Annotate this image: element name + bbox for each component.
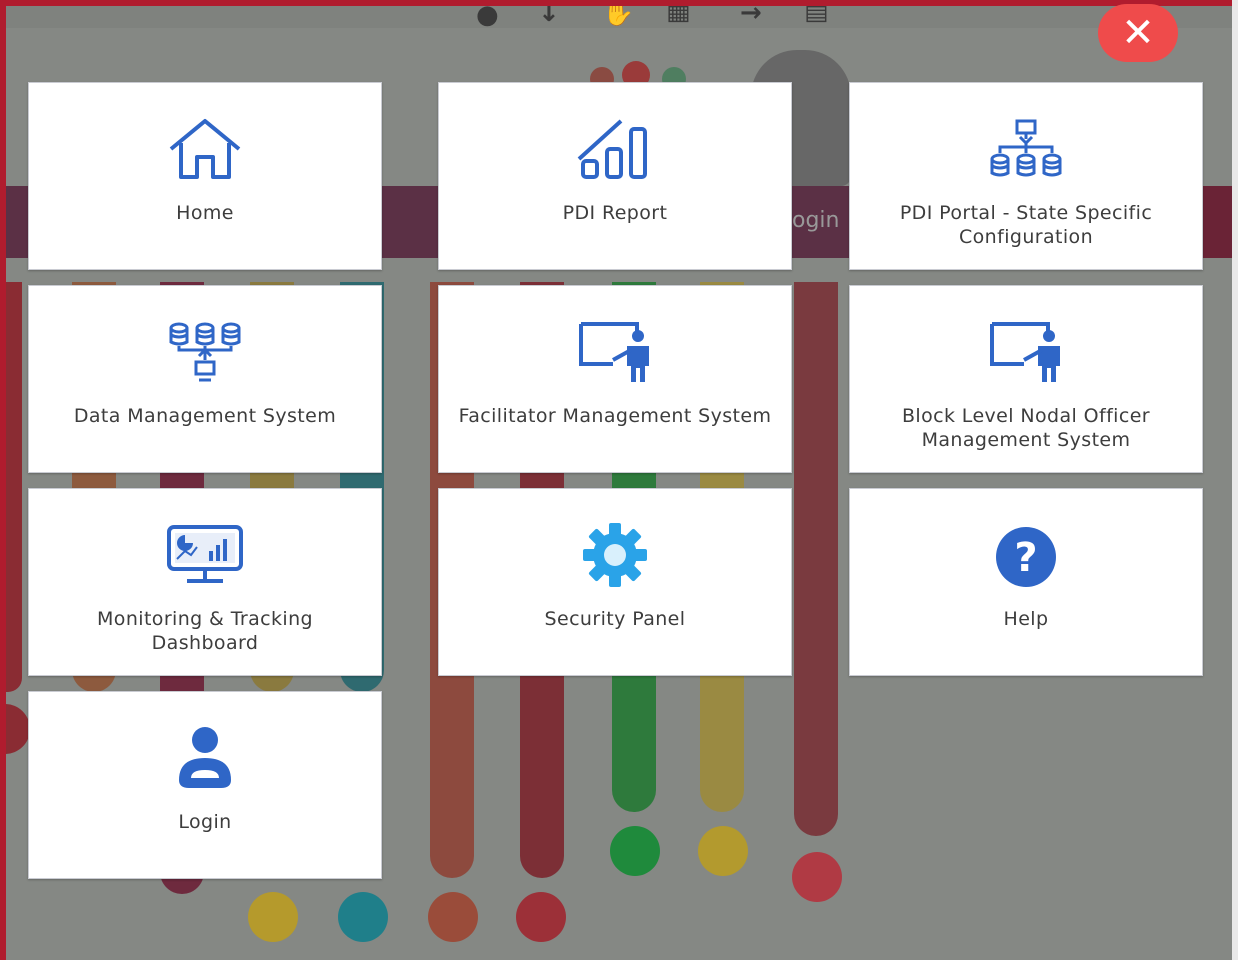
menu-tile-home[interactable]: Home xyxy=(28,82,382,270)
menu-tile-block-level-nodal-officer[interactable]: Block Level Nodal Officer Management Sys… xyxy=(849,285,1203,473)
app-frame: ● ↓ ✋ ▦ → ▤ ogin ✕ Home PDI Report PDI P… xyxy=(0,0,1238,960)
svg-text:?: ? xyxy=(1014,535,1037,581)
presenter-board-icon xyxy=(579,322,649,382)
hand-icon: ✋ xyxy=(602,6,635,28)
menu-tile-label: Block Level Nodal Officer Management Sys… xyxy=(901,405,1151,451)
gear-icon xyxy=(583,523,647,587)
decor-dot xyxy=(698,826,748,876)
menu-tile-data-management[interactable]: Data Management System xyxy=(28,285,382,473)
user-icon xyxy=(179,727,231,788)
scrollbar-track[interactable] xyxy=(1232,0,1238,960)
close-icon: ✕ xyxy=(1121,10,1155,56)
frame-border-top xyxy=(0,0,1238,6)
menu-tile-pdi-report[interactable]: PDI Report xyxy=(438,82,792,270)
menu-tile-login[interactable]: Login xyxy=(28,691,382,879)
decor-dot xyxy=(516,892,566,942)
menu-tile-label: Data Management System xyxy=(73,405,337,427)
sign-in-icon: → xyxy=(740,6,762,28)
decor-dot xyxy=(6,704,30,754)
menu-tile-help[interactable]: ? Help xyxy=(849,488,1203,676)
arrow-down-icon: ↓ xyxy=(538,6,560,28)
decor-dot xyxy=(248,892,298,942)
menu-tile-label: Monitoring & Tracking Dashboard xyxy=(97,608,313,654)
menu-tile-facilitator-management[interactable]: Facilitator Management System xyxy=(438,285,792,473)
grid-icon: ▤ xyxy=(804,6,829,26)
decor-dot xyxy=(428,892,478,942)
monitor-dashboard-icon xyxy=(167,525,243,583)
menu-tile-label: PDI Report xyxy=(562,202,668,224)
menu-tile-label: Facilitator Management System xyxy=(458,405,772,427)
menu-tile-label: Home xyxy=(176,202,234,224)
decor-stripe xyxy=(6,282,22,692)
menu-tile-label: PDI Portal - State Specific Configuratio… xyxy=(899,202,1153,248)
menu-tile-security-panel[interactable]: Security Panel xyxy=(438,488,792,676)
close-button[interactable]: ✕ xyxy=(1098,4,1178,62)
presenter-board-icon xyxy=(990,322,1060,382)
bar-chart-icon xyxy=(577,119,647,179)
menu-tile-label: Login xyxy=(178,811,232,833)
decor-dot xyxy=(610,826,660,876)
decor-dot xyxy=(338,892,388,942)
menu-tile-monitoring-dashboard[interactable]: Monitoring & Tracking Dashboard xyxy=(28,488,382,676)
sitemap-icon: ▦ xyxy=(666,6,691,26)
background-login-text: ogin xyxy=(792,208,840,233)
decor-stripe xyxy=(794,282,838,836)
databases-computer-icon xyxy=(169,322,241,382)
frame-border-left xyxy=(0,0,6,960)
menu-tile-state-configuration[interactable]: PDI Portal - State Specific Configuratio… xyxy=(849,82,1203,270)
pin-icon: ● xyxy=(476,6,499,30)
decor-dot xyxy=(792,852,842,902)
menu-tile-label: Help xyxy=(1003,608,1049,630)
menu-tile-label: Security Panel xyxy=(544,608,686,630)
home-icon xyxy=(169,119,241,179)
help-icon: ? xyxy=(996,527,1056,587)
network-databases-icon xyxy=(990,119,1062,177)
